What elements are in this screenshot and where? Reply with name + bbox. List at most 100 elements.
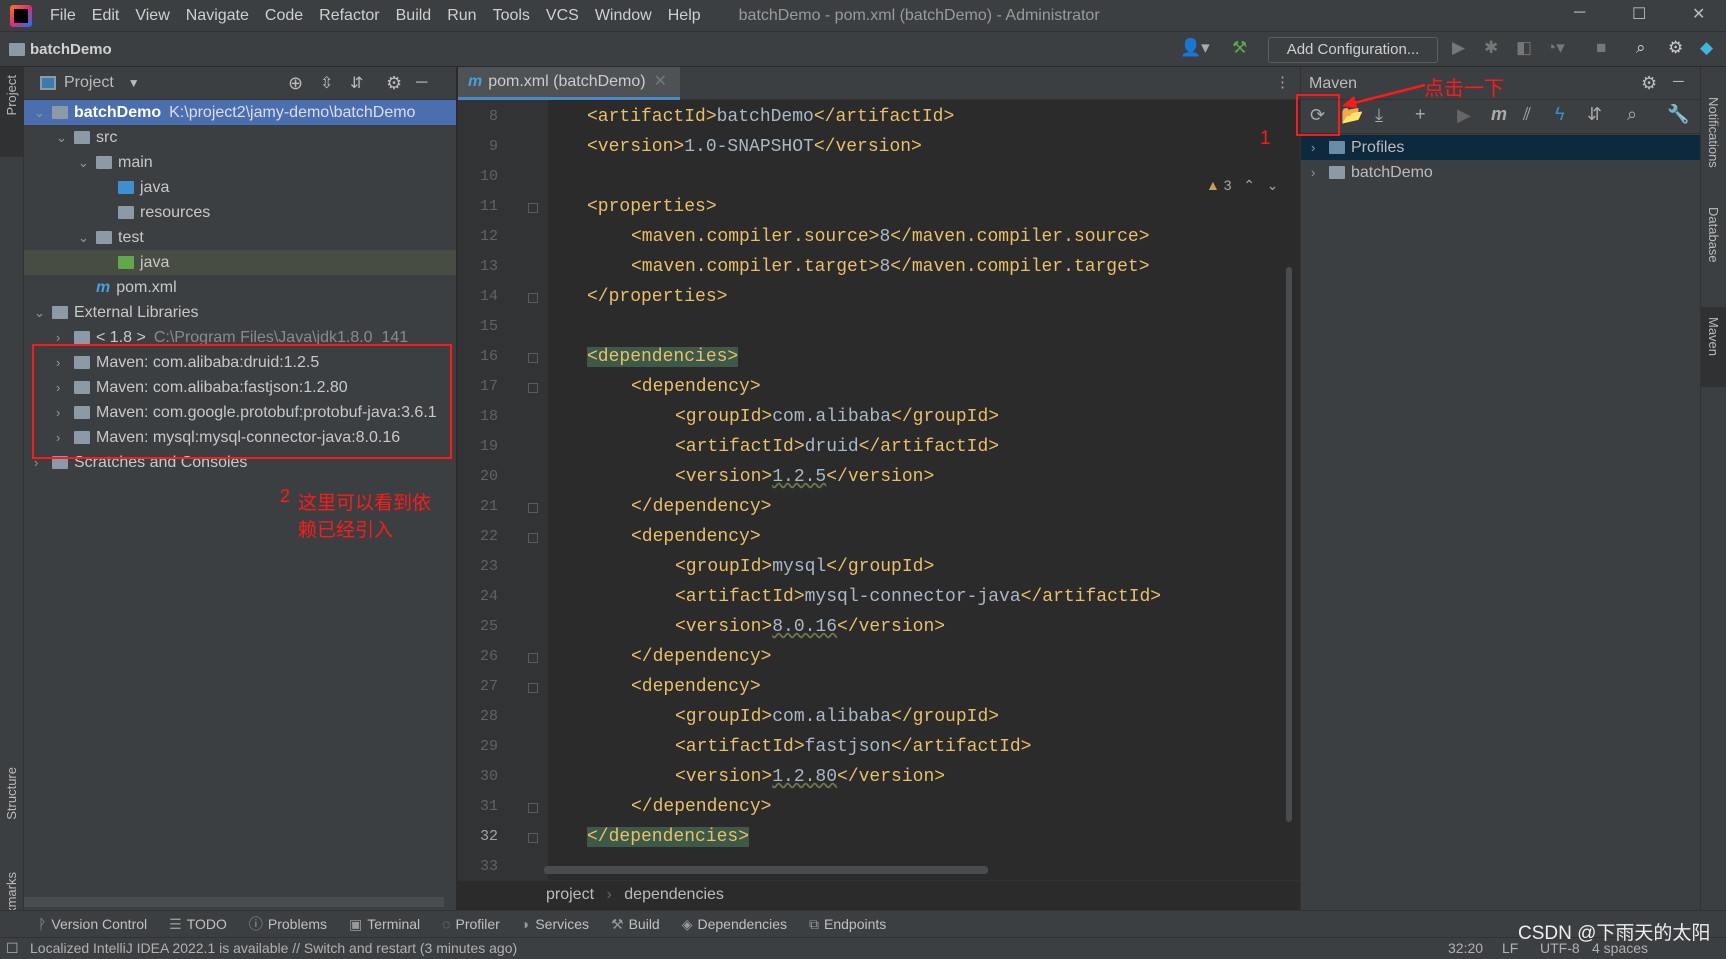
- tree-item[interactable]: java: [24, 175, 456, 200]
- fold-marker-icon[interactable]: [528, 503, 538, 513]
- tree-item[interactable]: m pom.xml: [24, 275, 456, 300]
- coverage-icon[interactable]: ◧: [1516, 38, 1532, 58]
- code-line[interactable]: <artifactId>druid</artifactId>: [675, 434, 999, 460]
- code-line[interactable]: <version>1.2.5</version>: [675, 464, 934, 490]
- code-line[interactable]: </dependency>: [631, 794, 771, 820]
- inspection-widget[interactable]: ▲ 3 ⌃ ⌄: [1206, 177, 1296, 194]
- menu-view[interactable]: View: [127, 7, 177, 25]
- settings-gear-icon[interactable]: ⚙: [1668, 38, 1683, 58]
- breadcrumb-project[interactable]: project: [546, 886, 594, 903]
- code-line[interactable]: <dependency>: [631, 374, 761, 400]
- collapse-all-icon[interactable]: ⇵: [1587, 104, 1602, 125]
- tree-item[interactable]: ⌄ External Libraries: [24, 300, 456, 325]
- code-line[interactable]: </properties>: [587, 284, 727, 310]
- code-line[interactable]: <maven.compiler.source>8</maven.compiler…: [631, 224, 1150, 250]
- code-line[interactable]: <groupId>com.alibaba</groupId>: [675, 704, 999, 730]
- hide-icon[interactable]: ─: [1673, 73, 1684, 90]
- profile-icon[interactable]: ◔▾: [1546, 38, 1565, 58]
- debug-icon[interactable]: ✱: [1484, 38, 1498, 58]
- tree-item[interactable]: ⌄ main: [24, 150, 456, 175]
- menu-refactor[interactable]: Refactor: [311, 7, 387, 25]
- structure-tool-button[interactable]: Structure: [4, 767, 19, 820]
- tool-window-dependencies[interactable]: ◈ Dependencies: [682, 916, 787, 933]
- menu-edit[interactable]: Edit: [84, 7, 128, 25]
- wrench-icon[interactable]: 🔧: [1667, 104, 1689, 125]
- code-line[interactable]: <version>1.2.80</version>: [675, 764, 945, 790]
- menu-build[interactable]: Build: [388, 7, 440, 25]
- collapse-all-icon[interactable]: ⇵: [350, 73, 363, 93]
- status-message[interactable]: Localized IntelliJ IDEA 2022.1 is availa…: [30, 938, 517, 958]
- code-line[interactable]: <dependencies>: [587, 344, 739, 370]
- stop-icon[interactable]: ■: [1596, 38, 1606, 58]
- close-icon[interactable]: ✕: [1692, 4, 1705, 24]
- locate-icon[interactable]: ⊕: [288, 73, 303, 94]
- tool-window-services[interactable]: ◗ Services: [522, 916, 589, 932]
- code-line[interactable]: <maven.compiler.target>8</maven.compiler…: [631, 254, 1150, 280]
- hide-icon[interactable]: ─: [416, 74, 427, 92]
- fold-marker-icon[interactable]: [528, 833, 538, 843]
- more-options-icon[interactable]: ⋮: [1275, 73, 1290, 91]
- code-line[interactable]: <groupId>com.alibaba</groupId>: [675, 404, 999, 430]
- tree-item[interactable]: ⌄ test: [24, 225, 456, 250]
- gear-icon[interactable]: ⚙: [1641, 73, 1657, 94]
- breadcrumb-dependencies[interactable]: dependencies: [624, 886, 724, 903]
- menu-help[interactable]: Help: [660, 7, 709, 25]
- menu-window[interactable]: Window: [587, 7, 660, 25]
- line-separator[interactable]: LF: [1502, 938, 1518, 958]
- code-line[interactable]: <version>1.0-SNAPSHOT</version>: [587, 134, 922, 160]
- menu-navigate[interactable]: Navigate: [178, 7, 257, 25]
- tree-item[interactable]: ⌄ src: [24, 125, 456, 150]
- gear-icon[interactable]: ⚙: [386, 73, 402, 94]
- editor-horizontal-scrollbar[interactable]: [544, 866, 988, 874]
- project-panel-title[interactable]: Project: [64, 74, 114, 92]
- fold-marker-icon[interactable]: [528, 533, 538, 543]
- execute-goal-icon[interactable]: m: [1491, 104, 1507, 125]
- maximize-icon[interactable]: ☐: [1632, 4, 1646, 24]
- maven-tree-batchdemo[interactable]: › batchDemo: [1301, 160, 1701, 185]
- run-icon[interactable]: ▶: [1452, 38, 1465, 58]
- fold-marker-icon[interactable]: [528, 803, 538, 813]
- caret-position[interactable]: 32:20: [1448, 938, 1483, 958]
- tree-item[interactable]: resources: [24, 200, 456, 225]
- menu-vcs[interactable]: VCS: [538, 7, 587, 25]
- chevron-down-icon[interactable]: ⌄: [56, 125, 74, 150]
- previous-highlight-icon[interactable]: ⌃: [1243, 177, 1255, 193]
- vertical-scrollbar[interactable]: [1286, 267, 1292, 822]
- minimize-icon[interactable]: ─: [1574, 4, 1585, 22]
- code-line[interactable]: <artifactId>mysql-connector-java</artifa…: [675, 584, 1161, 610]
- toggle-offline-icon[interactable]: ⫽: [1523, 104, 1531, 125]
- analyze-dependencies-icon[interactable]: ⌕: [1627, 104, 1637, 125]
- build-hammer-icon[interactable]: ⚒: [1232, 38, 1247, 58]
- notifications-tool-button[interactable]: Notifications: [1706, 97, 1721, 168]
- fold-marker-icon[interactable]: [528, 293, 538, 303]
- chevron-down-icon[interactable]: ⌄: [34, 100, 52, 125]
- menu-code[interactable]: Code: [257, 7, 311, 25]
- fold-marker-icon[interactable]: [528, 203, 538, 213]
- chevron-right-icon[interactable]: ›: [1311, 160, 1329, 185]
- menu-tools[interactable]: Tools: [485, 7, 538, 25]
- project-tool-button[interactable]: Project: [4, 75, 19, 115]
- status-toggle-icon[interactable]: ☐: [6, 938, 19, 958]
- code-line[interactable]: <artifactId>fastjson</artifactId>: [675, 734, 1031, 760]
- menu-run[interactable]: Run: [439, 7, 484, 25]
- tool-window-endpoints[interactable]: ⧉ Endpoints: [809, 916, 886, 933]
- fold-marker-icon[interactable]: [528, 353, 538, 363]
- tab-pom-xml[interactable]: m pom.xml (batchDemo) ✕: [458, 67, 680, 100]
- tool-window-profiler[interactable]: ◌ Profiler: [442, 916, 500, 932]
- chevron-right-icon[interactable]: ›: [1311, 135, 1329, 160]
- tree-item[interactable]: java: [24, 250, 456, 275]
- search-icon[interactable]: ⌕: [1636, 38, 1646, 58]
- menu-file[interactable]: File: [42, 7, 84, 25]
- code-line[interactable]: <properties>: [587, 194, 717, 220]
- code-line[interactable]: <version>8.0.16</version>: [675, 614, 945, 640]
- fold-marker-icon[interactable]: [528, 683, 538, 693]
- tool-window-version-control[interactable]: ᚹ Version Control: [38, 916, 147, 932]
- code-line[interactable]: <artifactId>batchDemo</artifactId>: [587, 104, 954, 130]
- code-line[interactable]: <dependency>: [631, 524, 761, 550]
- code-line[interactable]: </dependency>: [631, 644, 771, 670]
- code-line[interactable]: <dependency>: [631, 674, 761, 700]
- code-line[interactable]: </dependency>: [631, 494, 771, 520]
- user-icon[interactable]: 👤▾: [1180, 38, 1210, 58]
- horizontal-scrollbar[interactable]: [24, 897, 444, 907]
- jetbrains-toolbox-icon[interactable]: ◆: [1700, 38, 1713, 58]
